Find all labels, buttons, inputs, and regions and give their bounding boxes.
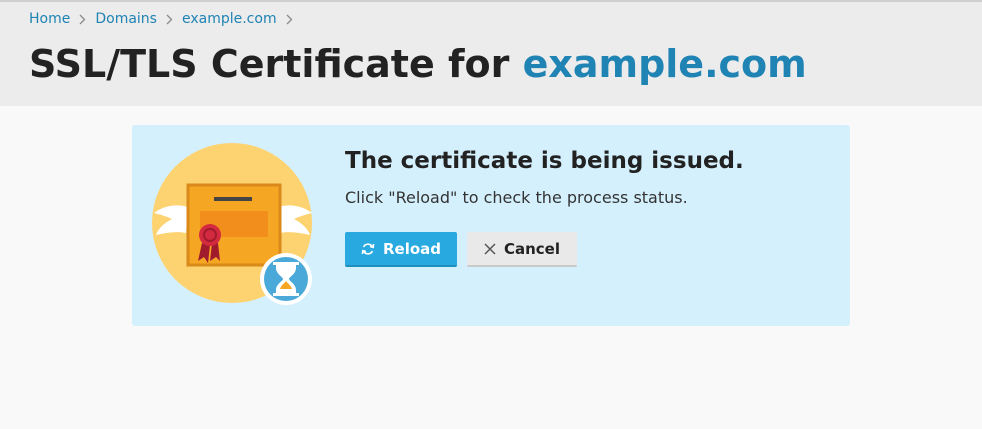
status-title: The certificate is being issued.	[345, 148, 744, 174]
page-title-prefix: SSL/TLS Certificate for	[29, 42, 523, 86]
reload-button[interactable]: Reload	[345, 232, 457, 267]
breadcrumb-domains[interactable]: Domains	[95, 11, 157, 27]
cancel-button[interactable]: Cancel	[467, 232, 577, 267]
status-description: Click "Reload" to check the process stat…	[345, 188, 688, 207]
breadcrumb-home[interactable]: Home	[29, 11, 70, 27]
chevron-right-icon	[286, 14, 293, 25]
reload-button-label: Reload	[382, 239, 442, 258]
cancel-button-label: Cancel	[503, 239, 560, 258]
page-title-domain: example.com	[522, 42, 807, 86]
chevron-right-icon	[166, 14, 173, 25]
breadcrumb-domain[interactable]: example.com	[182, 11, 277, 27]
breadcrumb: Home Domains example.com	[29, 11, 302, 27]
certificate-illustration	[152, 143, 312, 305]
page-title: SSL/TLS Certificate for example.com	[29, 42, 807, 86]
chevron-right-icon	[79, 14, 86, 25]
certificate-status-panel: The certificate is being issued. Click "…	[132, 125, 850, 326]
refresh-icon	[361, 242, 375, 256]
close-icon	[484, 242, 496, 255]
page-header: Home Domains example.com SSL/TLS Certifi…	[0, 2, 982, 106]
